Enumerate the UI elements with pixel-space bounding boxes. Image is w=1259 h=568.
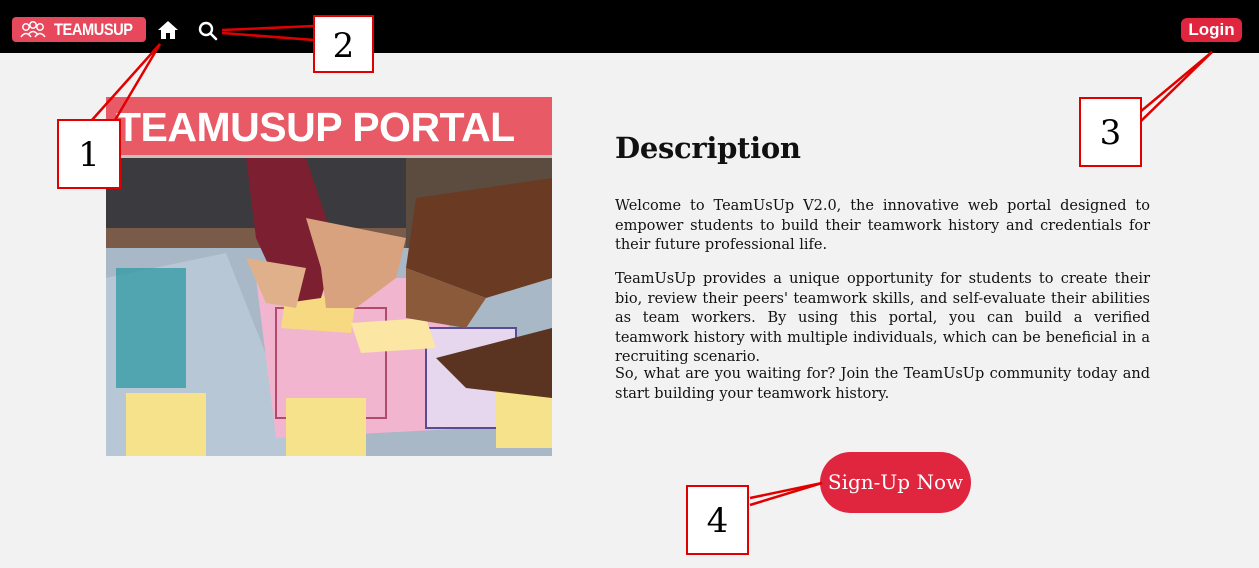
home-icon: [158, 21, 178, 39]
team-icon: [20, 20, 46, 37]
annotation-callout-3: 3: [1079, 97, 1142, 167]
teamwork-photo: [106, 158, 552, 456]
hero-image: TEAMUSUP PORTAL: [106, 97, 552, 456]
top-navbar: TEAMUSUP Login: [0, 0, 1259, 53]
search-button[interactable]: [198, 21, 218, 41]
description-paragraph-2: TeamUsUp provides a unique opportunity f…: [615, 271, 1150, 365]
signup-button[interactable]: Sign-Up Now: [820, 452, 971, 513]
teamusup-logo[interactable]: TEAMUSUP: [12, 17, 146, 42]
description-paragraph-3: So, what are you waiting for? Join the T…: [615, 366, 1150, 402]
home-button[interactable]: [157, 20, 179, 40]
logo-text: TEAMUSUP: [54, 19, 133, 39]
login-button[interactable]: Login: [1181, 18, 1242, 42]
annotation-callout-4: 4: [686, 485, 749, 555]
annotation-callout-2: 2: [313, 15, 374, 73]
search-icon: [198, 21, 218, 41]
description-title: Description: [615, 131, 801, 165]
annotation-callout-1: 1: [57, 119, 121, 189]
hero-banner: TEAMUSUP PORTAL: [106, 97, 552, 155]
description-paragraph-1: Welcome to TeamUsUp V2.0, the innovative…: [615, 198, 1150, 253]
